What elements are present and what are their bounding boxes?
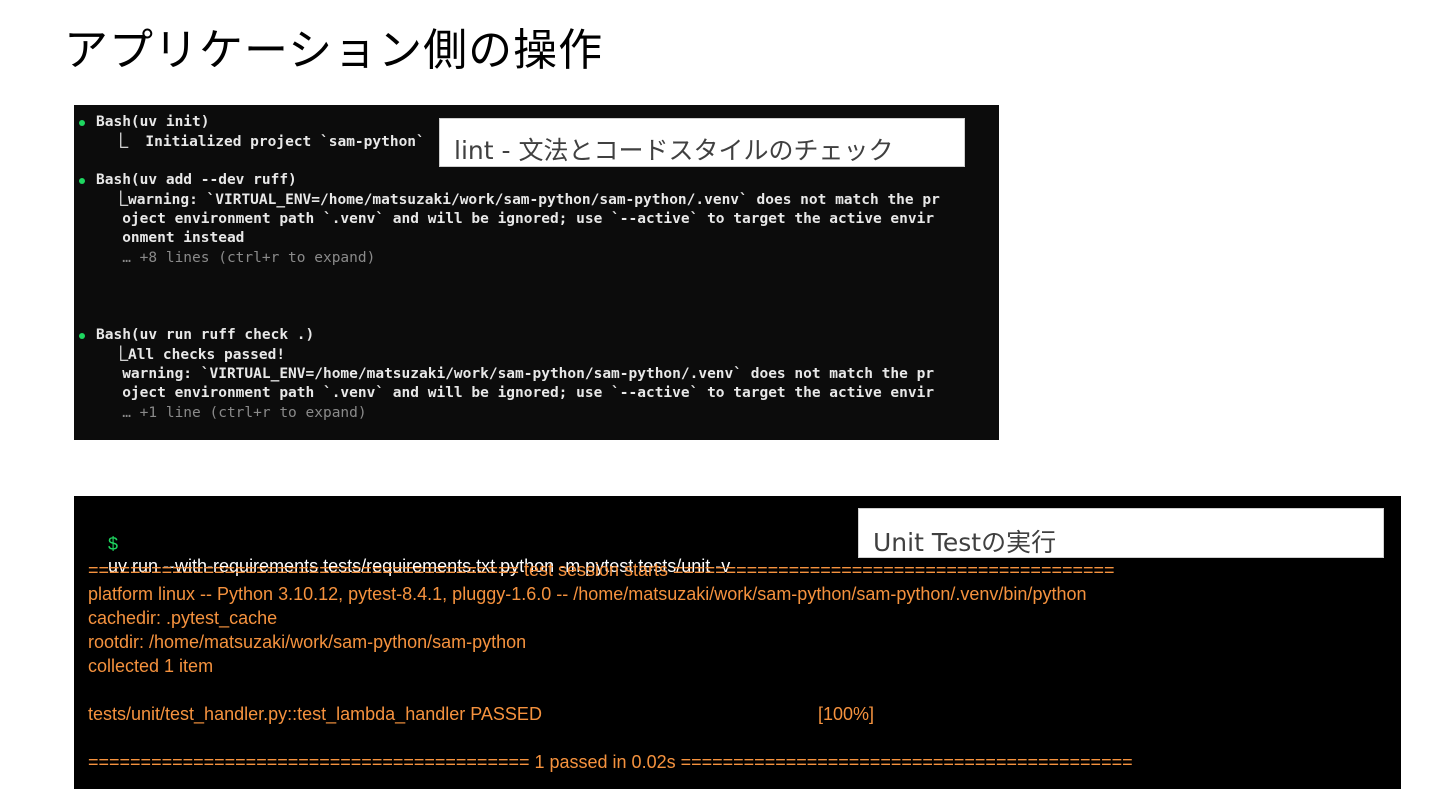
- test-callout: Unit Testの実行: [858, 508, 1384, 558]
- test-progress: [100%]: [818, 704, 875, 724]
- slide-title: アプリケーション側の操作: [64, 25, 604, 76]
- terminal-line: oject environment path `.venv` and will …: [96, 211, 935, 227]
- terminal-line: Bash(uv init): [96, 114, 210, 130]
- terminal-line: collected 1 item: [88, 656, 214, 676]
- terminal-line: Bash(uv run ruff check .): [96, 327, 315, 343]
- status-dot-icon: [79, 120, 85, 126]
- terminal-line: rootdir: /home/matsuzaki/work/sam-python…: [88, 632, 527, 652]
- terminal-line: warning: `VIRTUAL_ENV=/home/matsuzaki/wo…: [96, 366, 935, 382]
- status-dot-icon: [79, 178, 85, 184]
- lint-callout: lint - 文法とコードスタイルのチェック: [439, 118, 965, 167]
- terminal-line: cachedir: .pytest_cache: [88, 608, 278, 628]
- terminal-line: platform linux -- Python 3.10.12, pytest…: [88, 584, 1087, 604]
- terminal-line: ⎿warning: `VIRTUAL_ENV=/home/matsuzaki/w…: [96, 192, 940, 208]
- terminal-line: onment instead: [96, 230, 245, 246]
- terminal-line: oject environment path `.venv` and will …: [96, 385, 935, 401]
- terminal-line: ⎿ Initialized project `sam-python`: [96, 134, 425, 150]
- status-dot-icon: [79, 333, 85, 339]
- test-result-line: tests/unit/test_handler.py::test_lambda_…: [88, 704, 542, 724]
- prompt-symbol: $: [108, 534, 119, 554]
- terminal-line: Bash(uv add --dev ruff): [96, 172, 297, 188]
- terminal-expand-hint[interactable]: … +8 lines (ctrl+r to expand): [96, 249, 375, 268]
- terminal-line: ========================================…: [88, 752, 1133, 772]
- terminal-expand-hint[interactable]: … +1 line (ctrl+r to expand): [96, 404, 366, 423]
- terminal-line: ⎿All checks passed!: [96, 347, 286, 363]
- terminal-line: ========================================…: [88, 560, 1115, 580]
